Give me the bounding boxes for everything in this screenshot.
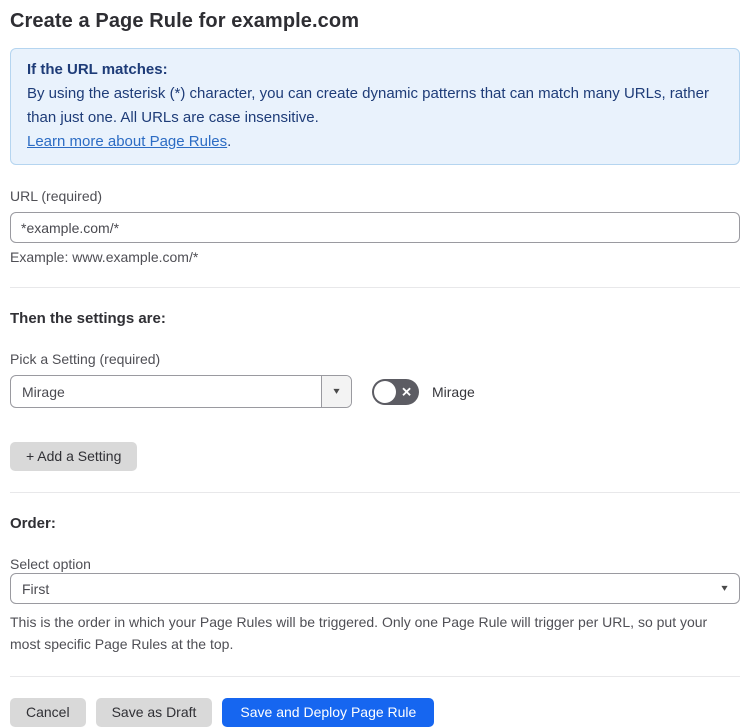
pick-setting-label: Pick a Setting (required)	[10, 351, 161, 367]
form-actions: Cancel Save as Draft Save and Deploy Pag…	[10, 698, 740, 727]
order-select-caret: ▾	[721, 574, 739, 603]
learn-more-link[interactable]: Learn more about Page Rules	[27, 133, 227, 150]
order-help-text: This is the order in which your Page Rul…	[10, 614, 708, 652]
order-select-label: Select option	[10, 556, 91, 572]
divider	[10, 676, 740, 677]
divider	[10, 287, 740, 288]
page-title: Create a Page Rule for example.com	[10, 10, 360, 32]
info-box-link-line: Learn more about Page Rules.	[27, 130, 723, 154]
url-input[interactable]	[10, 212, 740, 243]
divider	[10, 492, 740, 493]
url-match-info-box: If the URL matches: By using the asteris…	[10, 48, 740, 165]
setting-select-caret-button[interactable]: ▾	[321, 376, 351, 407]
link-period: .	[227, 133, 232, 150]
setting-select[interactable]: Mirage ▾	[10, 375, 352, 408]
setting-select-value: Mirage	[22, 383, 65, 400]
toggle-knob	[374, 380, 396, 403]
caret-down-icon: ▾	[333, 385, 340, 397]
settings-section-heading: Then the settings are:	[10, 310, 166, 327]
create-page-rule-form: Create a Page Rule for example.com If th…	[0, 0, 750, 727]
order-section-heading: Order:	[10, 515, 56, 532]
caret-down-icon: ▾	[721, 582, 728, 594]
order-select[interactable]: First ▾	[10, 573, 740, 604]
mirage-toggle[interactable]: ✕	[372, 378, 419, 405]
order-select-value: First	[22, 580, 50, 597]
info-box-body: By using the asterisk (*) character, you…	[27, 85, 709, 126]
toggle-off-x-icon: ✕	[401, 384, 412, 399]
info-box-heading: If the URL matches:	[27, 61, 168, 78]
save-deploy-button[interactable]: Save and Deploy Page Rule	[222, 698, 435, 727]
setting-row: Mirage ▾ ✕ Mirage	[10, 375, 740, 408]
save-draft-button[interactable]: Save as Draft	[95, 698, 213, 727]
url-field-label: URL (required)	[10, 188, 103, 204]
cancel-button[interactable]: Cancel	[10, 698, 86, 727]
toggle-label: Mirage	[432, 383, 475, 400]
url-example-hint: Example: www.example.com/*	[10, 249, 199, 265]
add-setting-button[interactable]: + Add a Setting	[10, 442, 138, 471]
